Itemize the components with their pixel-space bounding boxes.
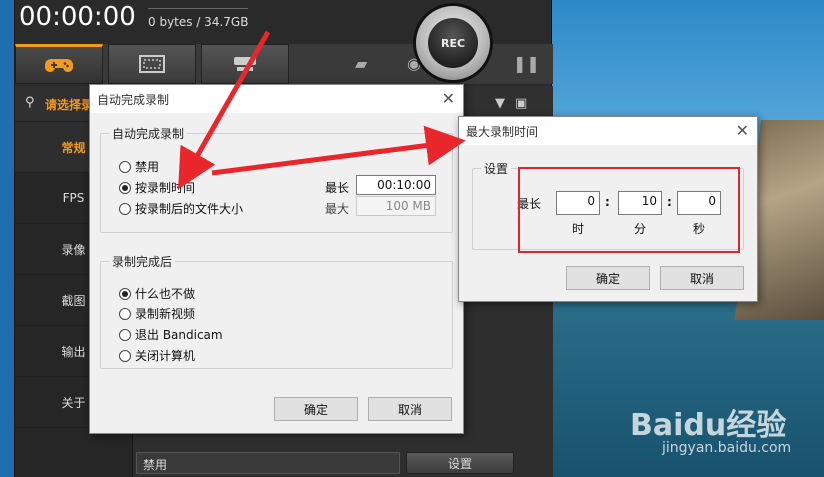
- storage-bar: [148, 8, 248, 9]
- record-timer: 00:00:00: [19, 2, 136, 32]
- max-time-label: 最长: [325, 181, 350, 195]
- radio-do-nothing[interactable]: 什么也不做: [119, 285, 195, 302]
- max-record-time-dialog: 最大录制时间 ✕ 设置 最长 0 : 10 : 0 时 分 秒 确定 取消: [458, 116, 758, 302]
- radio-label: 录制新视频: [135, 307, 196, 321]
- radio-new-video[interactable]: 录制新视频: [119, 305, 195, 322]
- radio-exit-bandicam[interactable]: 退出 Bandicam: [119, 326, 223, 343]
- dialog-title: 自动完成录制: [97, 92, 170, 107]
- max-size-field[interactable]: 100 MB: [356, 196, 436, 216]
- max-size-label: 最大: [325, 202, 350, 216]
- desktop-edge: [0, 0, 14, 477]
- radio-label: 关闭计算机: [135, 349, 196, 363]
- auto-complete-settings-button[interactable]: 设置: [406, 452, 514, 474]
- radio-label: 按录制时间: [135, 181, 196, 195]
- radio-disable[interactable]: 禁用: [119, 158, 159, 175]
- screen-icon: [139, 55, 165, 73]
- dialog-title: 最大录制时间: [466, 124, 539, 139]
- radio-circle[interactable]: [119, 349, 131, 362]
- storage-info: 0 bytes / 34.7GB: [148, 15, 249, 29]
- search-label[interactable]: 请选择录: [45, 96, 93, 113]
- radio-circle[interactable]: [119, 181, 131, 194]
- tab-device[interactable]: [201, 44, 289, 84]
- auto-complete-status-field: 禁用: [136, 452, 400, 474]
- tab-game[interactable]: [15, 44, 103, 84]
- radio-circle[interactable]: [119, 202, 131, 215]
- watermark-logo: Baidu经验: [630, 408, 787, 443]
- search-icon[interactable]: ⚲: [25, 95, 35, 110]
- radio-circle[interactable]: [119, 287, 131, 300]
- radio-circle[interactable]: [119, 160, 131, 173]
- radio-label: 按录制后的文件大小: [135, 202, 244, 216]
- auto-complete-dialog: 自动完成录制 ✕ 自动完成录制 禁用 按录制时间 按录制后的文件大小 最长 00…: [89, 84, 464, 434]
- tab-screen[interactable]: [108, 44, 196, 84]
- cancel-button[interactable]: 取消: [368, 397, 452, 421]
- radio-label: 退出 Bandicam: [135, 328, 223, 342]
- highlight-box: [518, 167, 740, 253]
- ok-button[interactable]: 确定: [566, 266, 650, 290]
- close-icon[interactable]: ✕: [736, 121, 749, 140]
- gamepad-icon: [45, 59, 73, 72]
- ok-button[interactable]: 确定: [274, 397, 358, 421]
- radio-shutdown[interactable]: 关闭计算机: [119, 347, 195, 364]
- pause-icon[interactable]: ❚❚: [513, 54, 540, 73]
- folder-icon[interactable]: ▰: [355, 54, 367, 73]
- watermark-url: jingyan.baidu.com: [662, 440, 792, 456]
- window-icon[interactable]: ▣: [515, 96, 527, 111]
- max-time-field[interactable]: 00:10:00: [356, 175, 436, 195]
- group-title: 录制完成后: [109, 253, 176, 270]
- radio-label: 禁用: [135, 160, 160, 174]
- group-title: 自动完成录制: [109, 125, 188, 142]
- radio-label: 什么也不做: [135, 287, 196, 301]
- dialog-titlebar: 最大录制时间 ✕: [459, 117, 757, 145]
- close-icon[interactable]: ✕: [442, 89, 455, 108]
- record-button-label: REC: [428, 18, 478, 68]
- minimize-icon[interactable]: ▼: [495, 96, 505, 111]
- dialog-titlebar: 自动完成录制 ✕: [90, 85, 463, 113]
- radio-circle[interactable]: [119, 307, 131, 320]
- group-title: 设置: [481, 160, 512, 177]
- radio-by-size[interactable]: 按录制后的文件大小: [119, 200, 243, 217]
- hdmi-icon: [234, 57, 256, 71]
- radio-by-time[interactable]: 按录制时间: [119, 179, 195, 196]
- record-button[interactable]: REC: [416, 6, 490, 80]
- cancel-button[interactable]: 取消: [660, 266, 744, 290]
- radio-circle[interactable]: [119, 328, 131, 341]
